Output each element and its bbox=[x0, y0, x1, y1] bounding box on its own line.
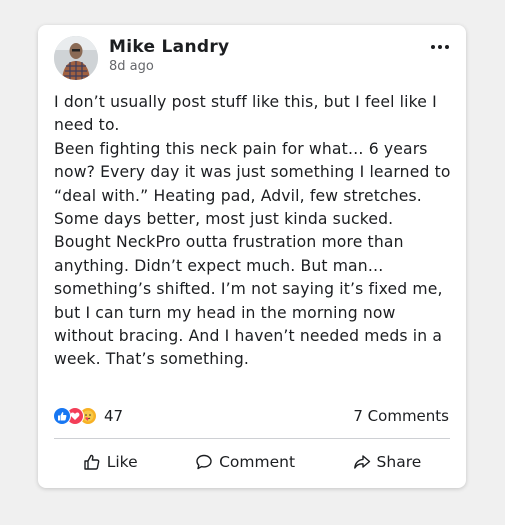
thumbs-up-icon bbox=[84, 454, 100, 470]
post-paragraph: I don’t usually post stuff like this, bu… bbox=[54, 93, 437, 135]
comment-bubble-icon bbox=[196, 454, 212, 470]
comments-count-link[interactable]: 7 Comments bbox=[353, 407, 449, 425]
post-actions-bar: Like Comment Share bbox=[54, 445, 450, 479]
post-text: I don’t usually post stuff like this, bu… bbox=[54, 91, 452, 372]
more-dot bbox=[445, 45, 449, 49]
author-name[interactable]: Mike Landry bbox=[109, 37, 229, 57]
more-dot bbox=[438, 45, 442, 49]
share-button-label: Share bbox=[376, 453, 422, 471]
comment-button[interactable]: Comment bbox=[185, 449, 305, 475]
reaction-count: 47 bbox=[104, 407, 124, 425]
comment-button-label: Comment bbox=[219, 453, 296, 471]
more-dot bbox=[431, 45, 435, 49]
share-button[interactable]: Share bbox=[343, 449, 432, 475]
avatar[interactable] bbox=[54, 36, 98, 80]
reactions-summary[interactable]: 47 bbox=[53, 406, 123, 426]
post-timestamp[interactable]: 8d ago bbox=[109, 59, 154, 74]
like-button[interactable]: Like bbox=[73, 449, 148, 475]
more-options-icon[interactable] bbox=[428, 39, 452, 55]
like-button-label: Like bbox=[106, 453, 138, 471]
post-paragraph: Bought NeckPro outta frustration more th… bbox=[54, 233, 443, 369]
post-paragraph: Been fighting this neck pain for what… 6… bbox=[54, 139, 451, 229]
post-card: Mike Landry 8d ago I don’t usually post … bbox=[38, 25, 466, 488]
share-arrow-icon bbox=[353, 455, 370, 469]
like-reaction-icon bbox=[53, 407, 71, 425]
divider bbox=[54, 438, 450, 439]
